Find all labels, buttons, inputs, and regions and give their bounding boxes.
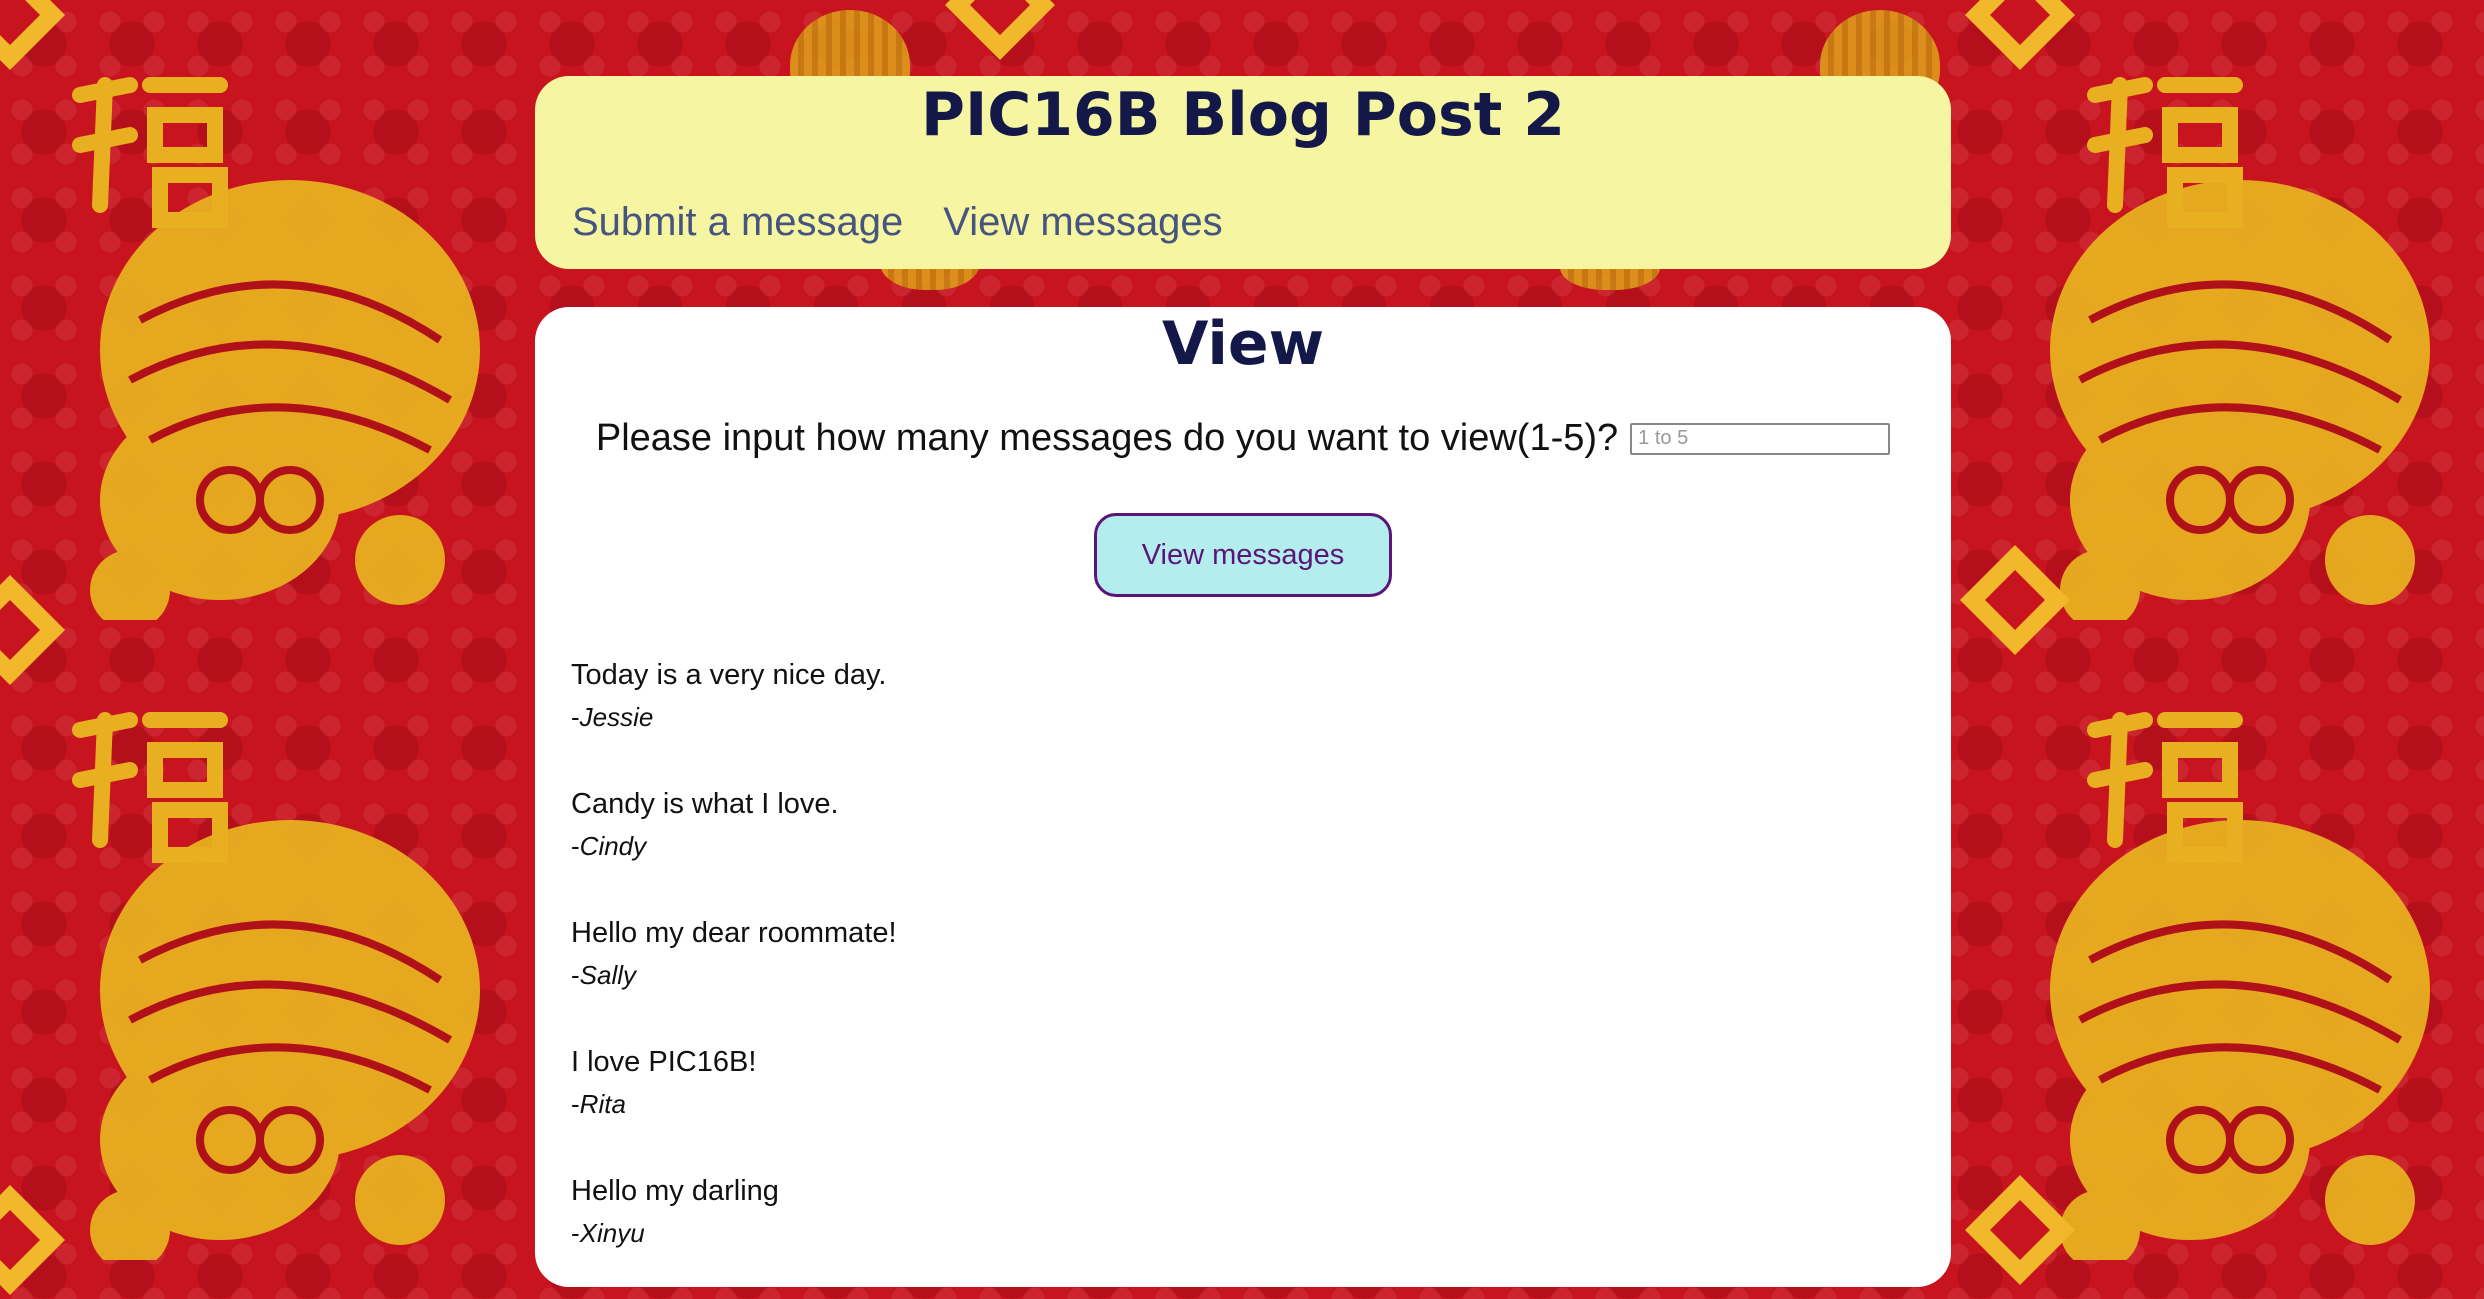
view-messages-button[interactable]: View messages	[1094, 513, 1392, 597]
site-header: PIC16B Blog Post 2 Submit a message View…	[535, 76, 1951, 269]
message-text: Candy is what I love.	[571, 788, 839, 820]
message-author: Jessie	[579, 702, 654, 732]
view-card: View Please input how many messages do y…	[535, 307, 1951, 1287]
site-title: PIC16B Blog Post 2	[920, 80, 1566, 150]
message-item: Hello my darling -Xinyu	[571, 1169, 1915, 1298]
tiger-papercut-icon	[2050, 820, 2430, 1260]
main-nav: Submit a message View messages	[572, 200, 1223, 245]
message-item: I love PIC16B! -Rita	[571, 1040, 1915, 1169]
message-author: Xinyu	[579, 1218, 645, 1248]
message-author-line: -Rita	[571, 1084, 1915, 1124]
message-count-input[interactable]	[1630, 422, 1891, 455]
message-item: Candy is what I love. -Cindy	[571, 782, 1915, 911]
fu-character-icon	[72, 712, 228, 863]
tiger-papercut-icon	[90, 820, 480, 1260]
ornament-diamond-icon	[0, 575, 65, 685]
ornament-diamond-icon	[1965, 1175, 2075, 1285]
author-dash: -	[571, 831, 580, 861]
message-item: Today is a very nice day. -Jessie	[571, 653, 1915, 782]
message-text: I love PIC16B!	[571, 1046, 757, 1078]
author-dash: -	[571, 960, 580, 990]
message-list: Today is a very nice day. -Jessie Candy …	[571, 653, 1915, 1298]
nav-view-messages-link[interactable]: View messages	[943, 200, 1222, 245]
page-heading: View	[1161, 309, 1325, 379]
message-item: Hello my dear roommate! -Sally	[571, 911, 1915, 1040]
tiger-papercut-icon	[90, 180, 480, 620]
ornament-diamond-icon	[0, 0, 65, 70]
message-author: Rita	[579, 1089, 626, 1119]
message-author-line: -Xinyu	[571, 1213, 1915, 1253]
message-author: Cindy	[579, 831, 647, 861]
fu-character-icon	[2087, 77, 2243, 228]
ornament-diamond-icon	[1960, 545, 2070, 655]
author-dash: -	[571, 702, 580, 732]
ornament-diamond-icon	[1965, 0, 2075, 70]
message-author-line: -Sally	[571, 955, 1915, 995]
message-text: Today is a very nice day.	[571, 659, 887, 691]
author-dash: -	[571, 1089, 580, 1119]
tiger-papercut-icon	[2050, 180, 2430, 620]
ornament-diamond-icon	[0, 1185, 65, 1295]
author-dash: -	[571, 1218, 580, 1248]
nav-submit-message-link[interactable]: Submit a message	[572, 200, 903, 245]
message-author: Sally	[579, 960, 637, 990]
message-author-line: -Cindy	[571, 826, 1915, 866]
fu-character-icon	[72, 77, 228, 228]
message-text: Hello my darling	[571, 1175, 779, 1207]
message-count-label: Please input how many messages do you wa…	[595, 417, 1619, 459]
fu-character-icon	[2087, 712, 2243, 863]
message-text: Hello my dear roommate!	[571, 917, 897, 949]
message-author-line: -Jessie	[571, 697, 1915, 737]
message-count-form: Please input how many messages do you wa…	[535, 417, 1951, 460]
ornament-diamond-icon	[945, 0, 1055, 60]
